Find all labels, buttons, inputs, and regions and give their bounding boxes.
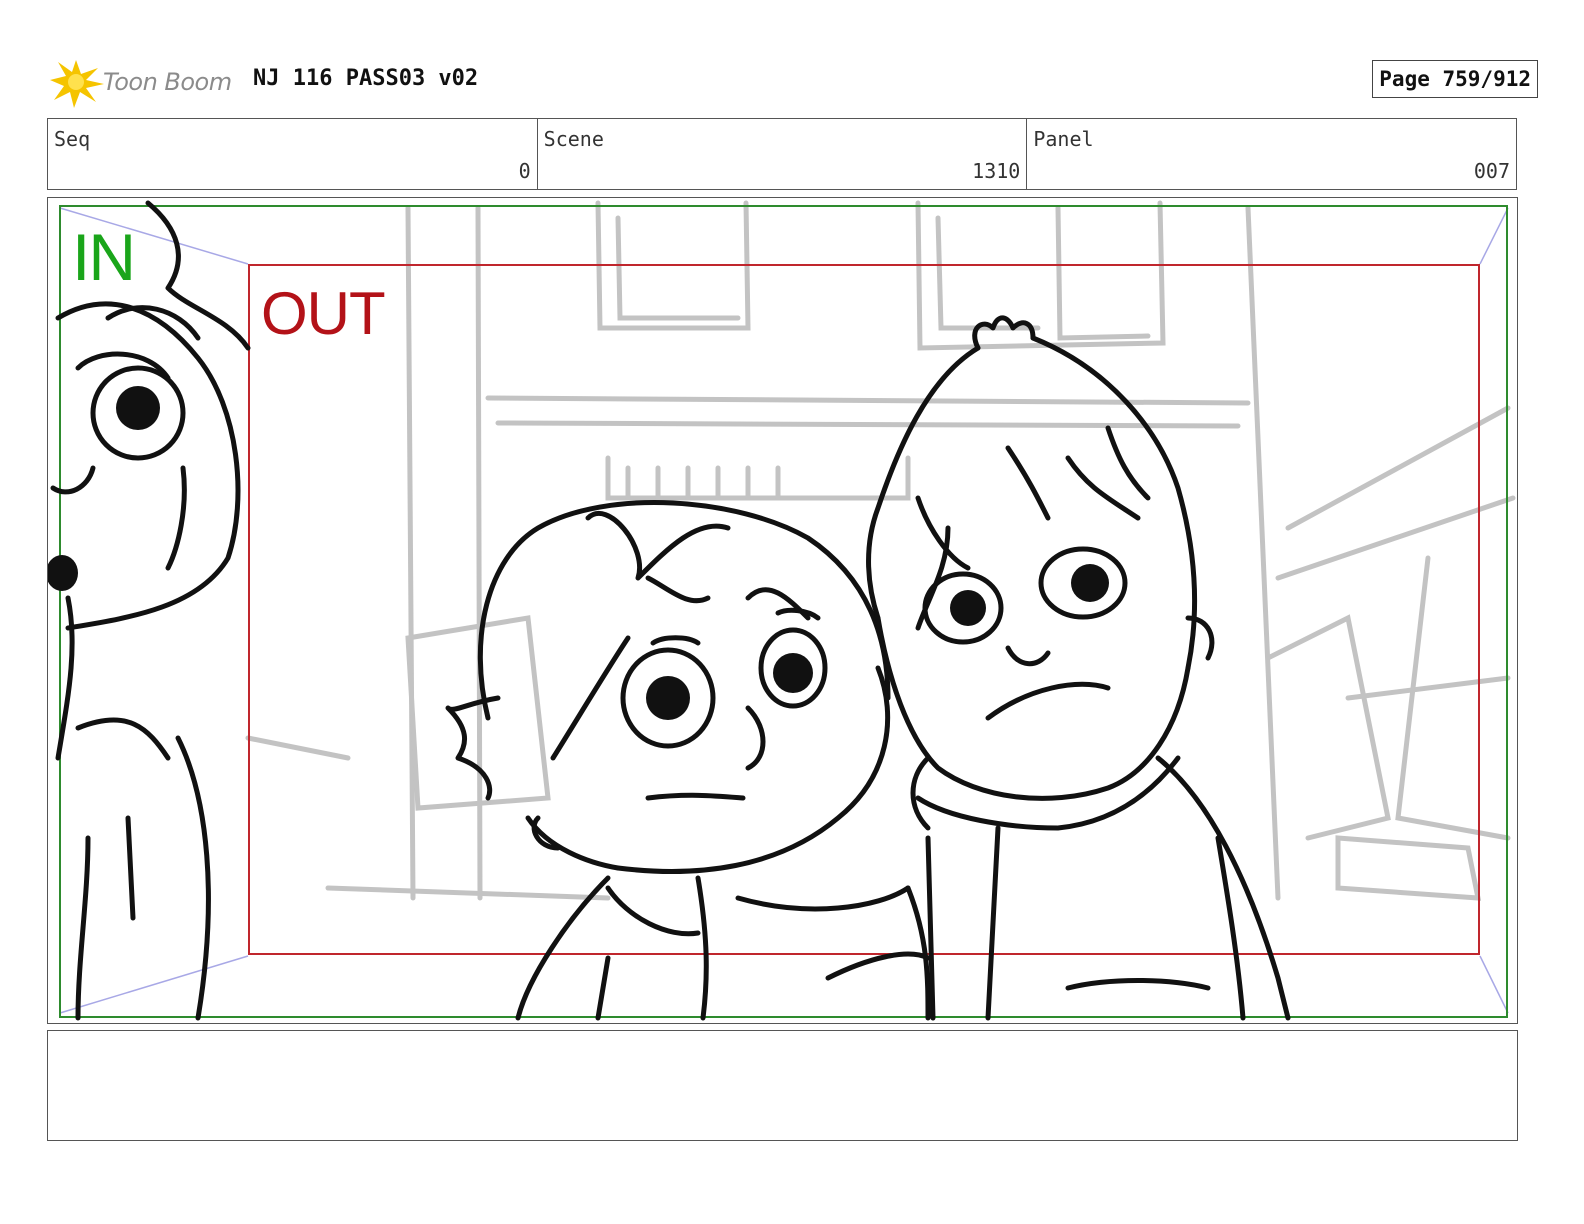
seq-value: 0 [518, 159, 531, 183]
scene-label: Scene [543, 127, 604, 151]
out-frame [248, 264, 1480, 955]
notes-box[interactable] [47, 1030, 1518, 1141]
page-indicator: Page 759/912 [1372, 60, 1538, 98]
scene-cell: Scene 1310 [538, 119, 1028, 189]
toon-boom-logo: Toon Boom [48, 54, 238, 110]
page-header: Toon Boom NJ 116 PASS03 v02 Page 759/912 [48, 50, 1538, 110]
seq-cell: Seq 0 [48, 119, 538, 189]
panel-label: Panel [1033, 127, 1094, 151]
logo-text: Toon Boom [103, 68, 232, 96]
panel-info-bar: Seq 0 Scene 1310 Panel 007 [47, 118, 1517, 190]
girl-character [445, 500, 931, 1021]
panel-value: 007 [1473, 159, 1511, 183]
left-character-fills [48, 386, 160, 591]
document-title: NJ 116 PASS03 v02 [253, 66, 479, 91]
background-sketch [245, 200, 1516, 901]
storyboard-panel: IN OUT [47, 197, 1518, 1024]
seq-label: Seq [54, 127, 91, 151]
burst-icon [50, 60, 104, 108]
left-character [50, 200, 251, 1021]
girl-pupils [646, 653, 813, 720]
out-label: OUT [261, 280, 386, 347]
in-label: IN [72, 220, 136, 294]
panel-cell: Panel 007 [1027, 119, 1516, 189]
scene-value: 1310 [972, 159, 1021, 183]
